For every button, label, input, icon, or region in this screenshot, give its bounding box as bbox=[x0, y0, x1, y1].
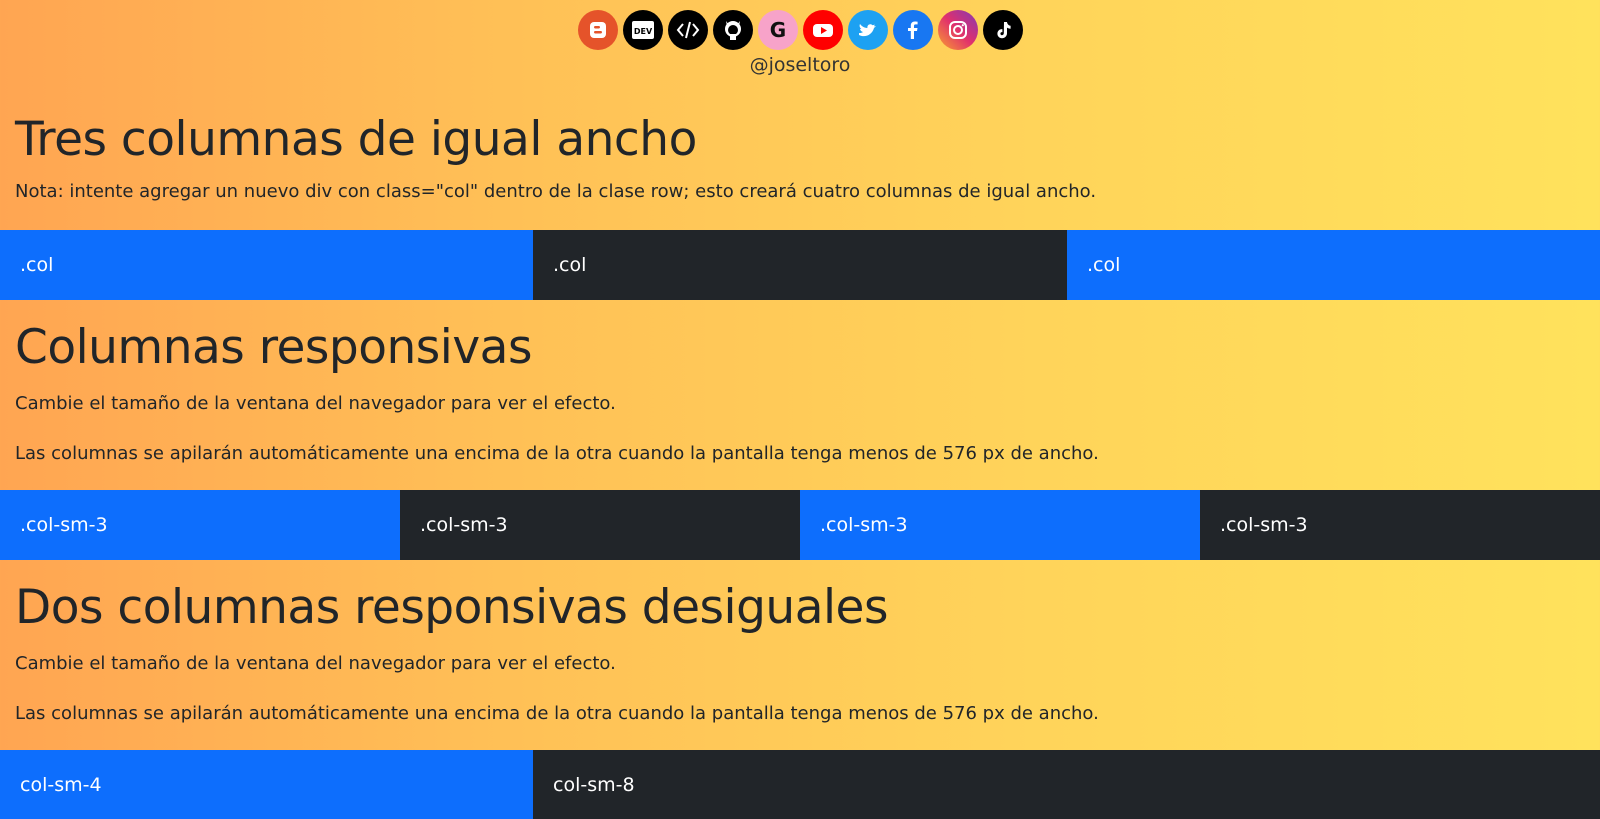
svg-text:DEV: DEV bbox=[633, 27, 652, 36]
github-icon[interactable] bbox=[712, 10, 753, 50]
section-text: Las columnas se apilarán automáticamente… bbox=[15, 703, 1099, 724]
col-sm-4-cell: col-sm-4 bbox=[0, 750, 533, 819]
responsive-columns-row: .col-sm-3 .col-sm-3 .col-sm-3 .col-sm-3 bbox=[0, 490, 1600, 560]
blogger-icon[interactable] bbox=[577, 10, 618, 50]
google-icon[interactable]: G bbox=[757, 10, 798, 50]
dev-icon[interactable]: DEV bbox=[622, 10, 663, 50]
section-text: Cambie el tamaño de la ventana del naveg… bbox=[15, 393, 616, 414]
section-text: Las columnas se apilarán automáticamente… bbox=[15, 443, 1099, 464]
col-cell: .col bbox=[533, 230, 1067, 300]
instagram-icon[interactable] bbox=[937, 10, 978, 50]
social-links: DEV G bbox=[0, 10, 1600, 50]
col-sm-3-cell: .col-sm-3 bbox=[800, 490, 1200, 560]
section-title-equal-columns: Tres columnas de igual ancho bbox=[15, 112, 697, 167]
col-sm-8-cell: col-sm-8 bbox=[533, 750, 1600, 819]
col-cell: .col bbox=[0, 230, 533, 300]
youtube-icon[interactable] bbox=[802, 10, 843, 50]
unequal-columns-row: col-sm-4 col-sm-8 bbox=[0, 750, 1600, 819]
section-title-unequal-columns: Dos columnas responsivas desiguales bbox=[15, 580, 888, 635]
col-sm-3-cell: .col-sm-3 bbox=[1200, 490, 1600, 560]
code-icon[interactable] bbox=[667, 10, 708, 50]
col-sm-3-cell: .col-sm-3 bbox=[400, 490, 800, 560]
twitter-icon[interactable] bbox=[847, 10, 888, 50]
col-sm-3-cell: .col-sm-3 bbox=[0, 490, 400, 560]
svg-text:G: G bbox=[769, 18, 785, 42]
section-text: Cambie el tamaño de la ventana del naveg… bbox=[15, 653, 616, 674]
col-cell: .col bbox=[1067, 230, 1600, 300]
section-note: Nota: intente agregar un nuevo div con c… bbox=[15, 181, 1097, 202]
facebook-icon[interactable] bbox=[892, 10, 933, 50]
author-handle: @joseltoro bbox=[749, 54, 851, 76]
section-title-responsive-columns: Columnas responsivas bbox=[15, 320, 532, 375]
equal-columns-row: .col .col .col bbox=[0, 230, 1600, 300]
tiktok-icon[interactable] bbox=[982, 10, 1023, 50]
